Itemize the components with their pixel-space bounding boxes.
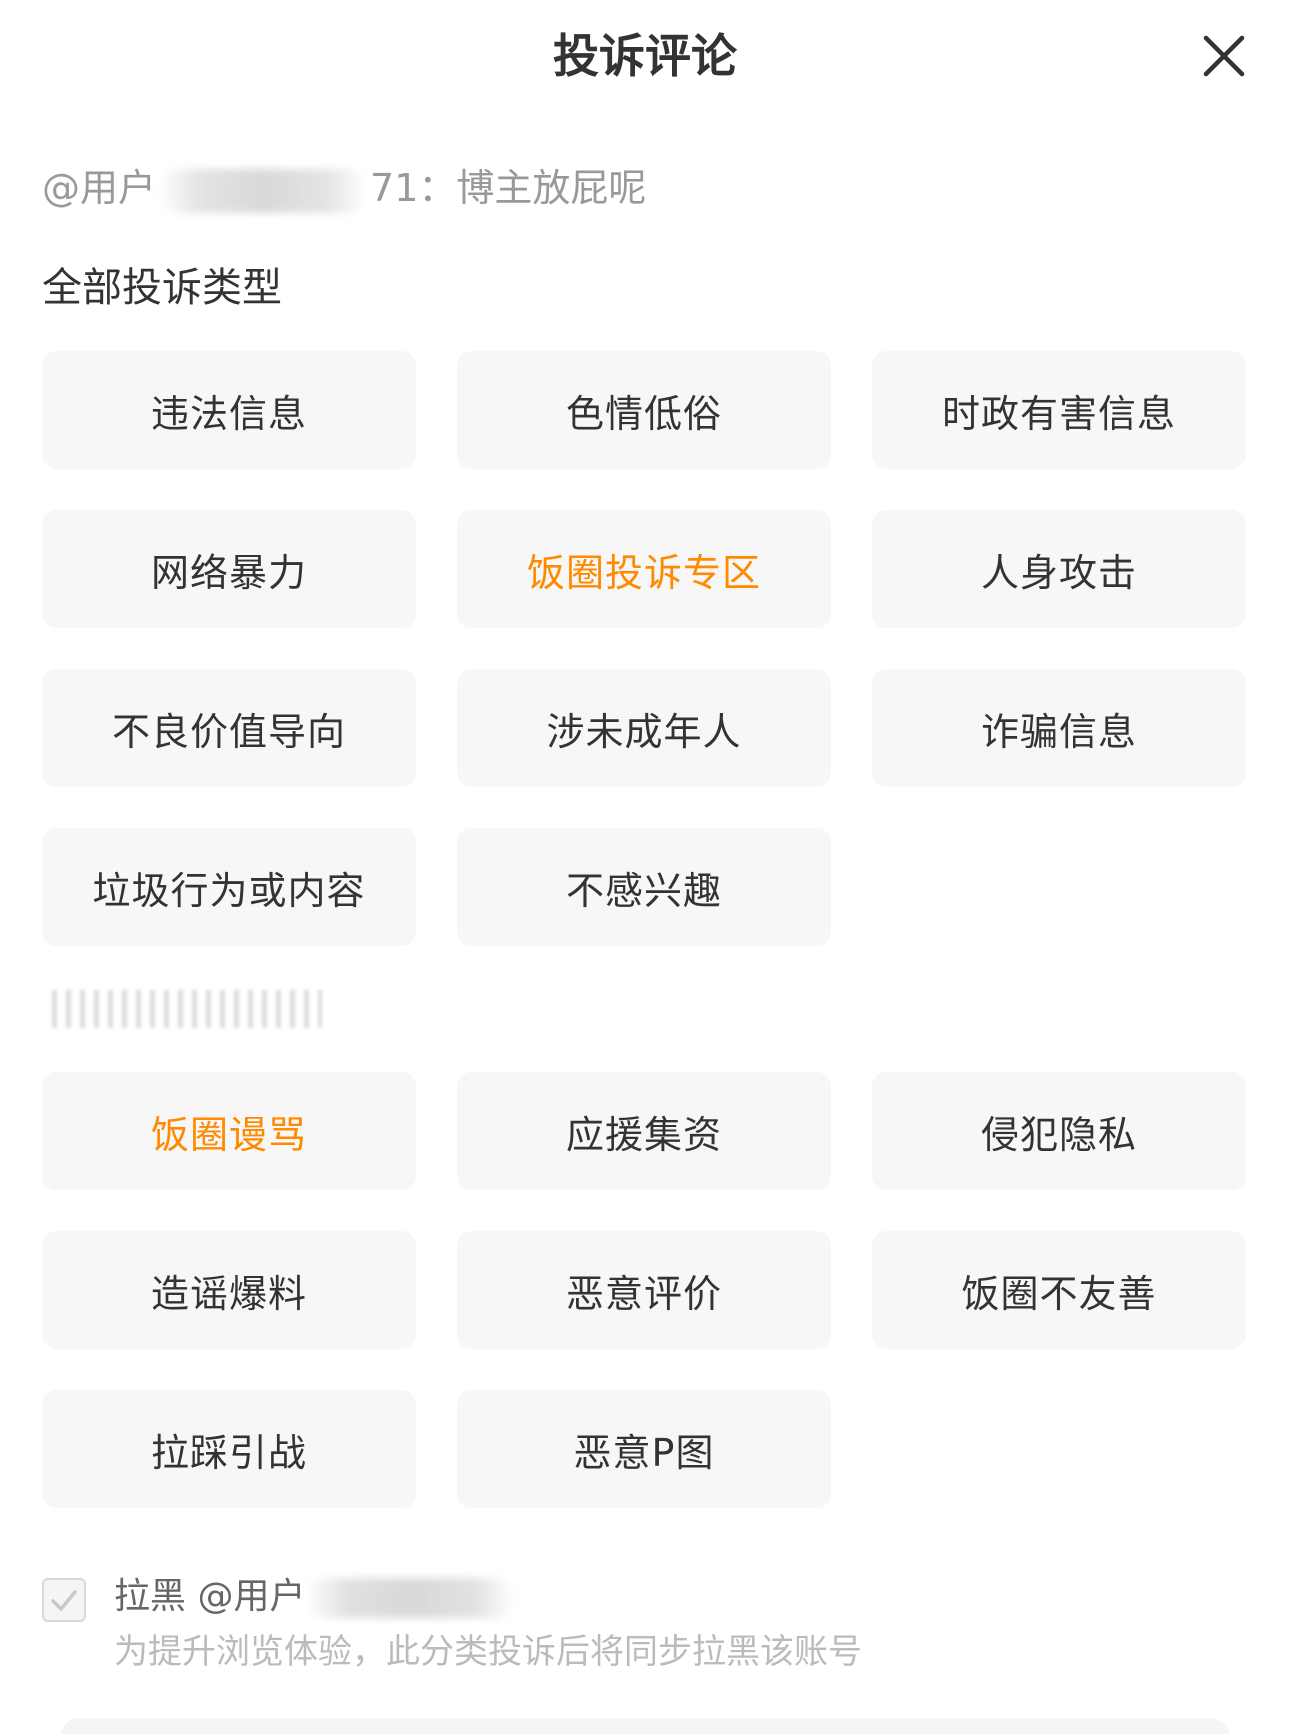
category-chip[interactable]: 网络暴力 [42,510,416,628]
submit-button-edge[interactable] [60,1718,1230,1734]
category-chip[interactable]: 饭圈不友善 [872,1231,1246,1349]
block-user-label: 拉黑 @用户 [114,1570,516,1624]
category-chip[interactable]: 不感兴趣 [457,828,831,946]
category-chip[interactable]: 违法信息 [42,351,416,469]
quoted-comment-text: 博主放屁呢 [456,166,647,210]
category-chip[interactable]: 饭圈谩骂 [42,1072,416,1190]
block-user-checkbox[interactable] [42,1578,86,1622]
section-fandom-label-blurred [52,990,322,1028]
category-chip[interactable]: 饭圈投诉专区 [457,510,831,628]
dialog-title: 投诉评论 [553,29,737,83]
section-all-types: 全部投诉类型 [42,265,282,311]
quoted-user-prefix: @用户 [42,166,157,210]
category-chip[interactable]: 拉踩引战 [42,1390,416,1508]
check-icon [51,1590,77,1611]
block-user-label-text: 拉黑 @用户 [114,1576,306,1617]
category-chip[interactable]: 不良价值导向 [42,669,416,787]
complaint-sheet: 投诉评论 @用户 71：博主放屁呢 全部投诉类型 违法信息 色情低俗 时政有害信息网络… [0,0,1290,1734]
username-mask [158,168,369,213]
block-username-mask [305,1578,516,1618]
category-grid-all: 违法信息 色情低俗 时政有害信息网络暴力 饭圈投诉专区 人身攻击不良价值导向 涉未成年人诈… [42,351,1246,946]
category-chip[interactable]: 涉未成年人 [457,669,831,787]
category-chip[interactable]: 侵犯隐私 [872,1072,1246,1190]
block-user-hint: 为提升浏览体验，此分类投诉后将同步拉黑该账号 [114,1632,862,1672]
category-chip[interactable]: 诈骗信息 [872,669,1246,787]
category-chip[interactable]: 色情低俗 [457,351,831,469]
category-chip[interactable]: 应援集资 [457,1072,831,1190]
category-chip[interactable]: 造谣爆料 [42,1231,416,1349]
category-grid-fandom: 饭圈谩骂 应援集资 侵犯隐私造谣爆料 恶意评价 饭圈不友善拉踩引战 恶意P图 [42,1072,1246,1508]
close-button[interactable] [1198,30,1250,82]
close-icon [1203,35,1245,77]
quoted-comment: @用户 71：博主放屁呢 [42,160,646,216]
category-chip[interactable]: 垃圾行为或内容 [42,828,416,946]
quoted-user-suffix: 71： [370,166,457,210]
category-chip[interactable]: 人身攻击 [872,510,1246,628]
category-chip[interactable]: 恶意P图 [457,1390,831,1508]
category-chip[interactable]: 时政有害信息 [872,351,1246,469]
category-chip[interactable]: 恶意评价 [457,1231,831,1349]
